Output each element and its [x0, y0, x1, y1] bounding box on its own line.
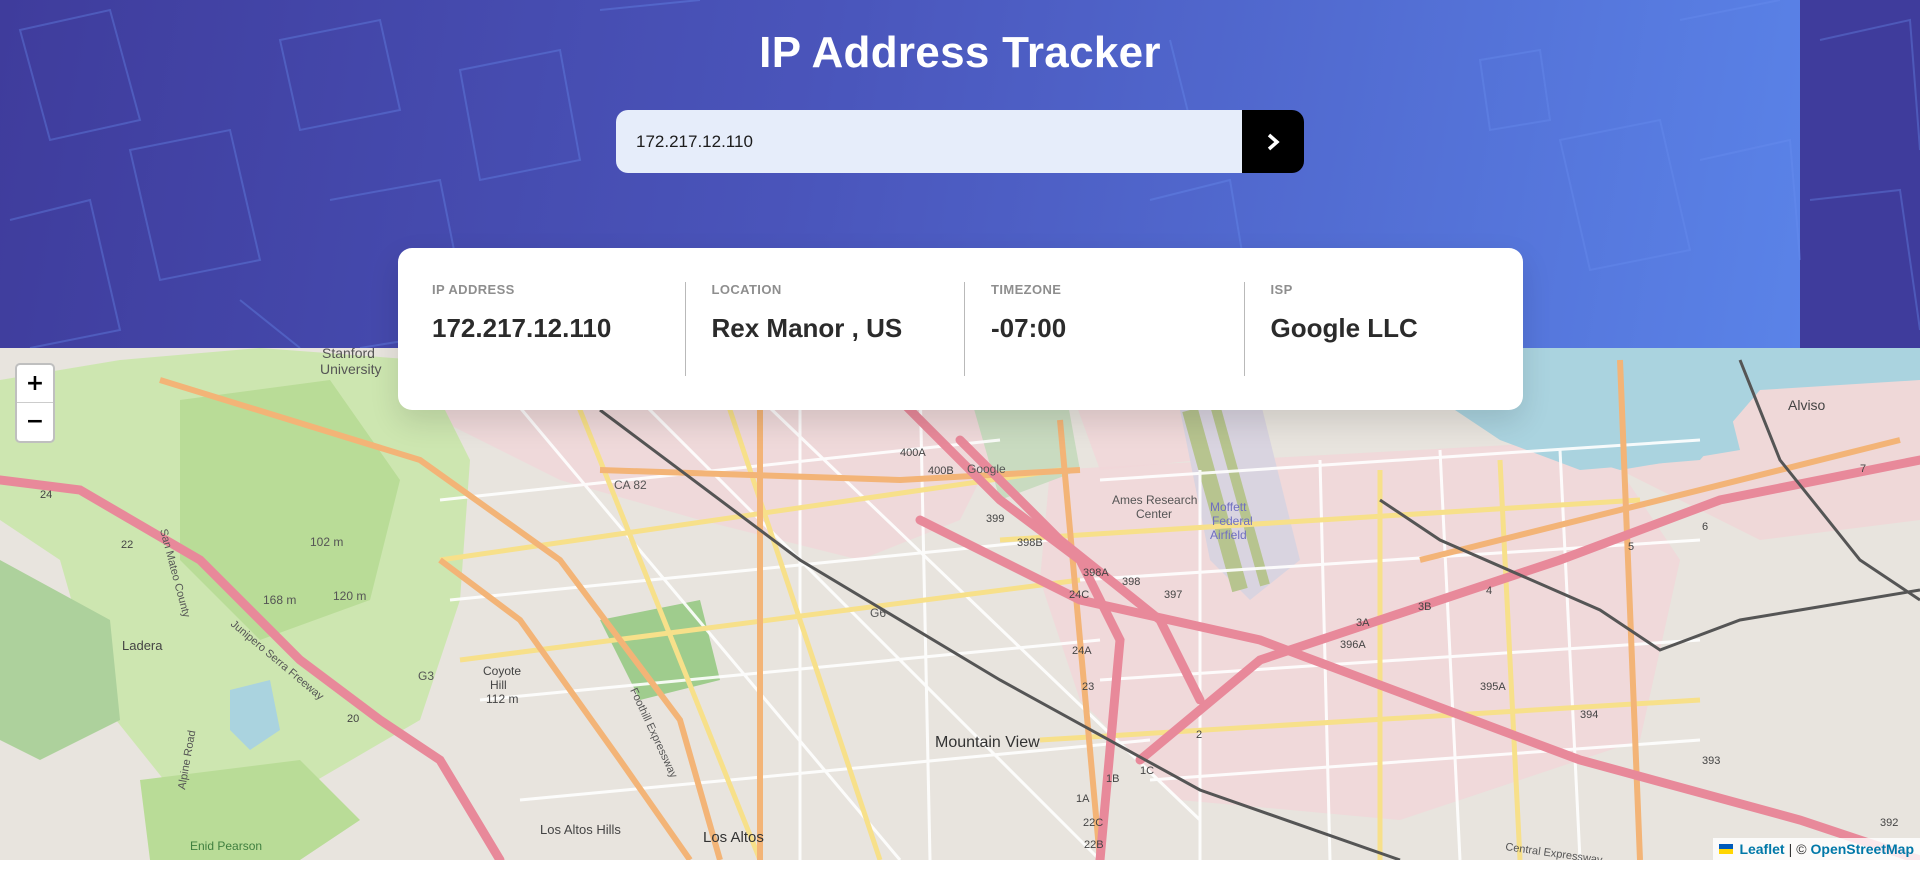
map-label-ca82: CA 82: [614, 478, 647, 492]
location-value: Rex Manor , US: [711, 313, 903, 343]
map-label-los-altos-hills: Los Altos Hills: [540, 822, 621, 837]
route-1b: 1B: [1106, 773, 1119, 785]
map-label-ames: Ames Research: [1112, 493, 1197, 507]
route-400b: 400B: [928, 465, 954, 477]
map-label-g3: G3: [418, 669, 434, 683]
search-submit-button[interactable]: [1242, 110, 1304, 173]
route-396a: 396A: [1340, 639, 1366, 651]
page-bottom: [0, 860, 1920, 869]
map-label-coyote: Coyote: [483, 664, 521, 678]
map-label-stanford: Stanford: [322, 348, 375, 361]
map-label-g6: G6: [870, 606, 886, 620]
isp-value: Google LLC: [1270, 313, 1418, 343]
chevron-right-icon: [1267, 133, 1280, 150]
route-22b: 22B: [1084, 839, 1104, 851]
route-24a: 24A: [1072, 645, 1092, 657]
route-22: 22: [121, 539, 133, 551]
attribution-separator: |: [1788, 841, 1793, 857]
route-395a: 395A: [1480, 681, 1506, 693]
map-label-google: Google: [967, 462, 1006, 476]
route-23: 23: [1082, 681, 1094, 693]
route-24c: 24C: [1069, 589, 1089, 601]
ip-address-value: 172.217.12.110: [432, 313, 612, 343]
map-label-alviso: Alviso: [1788, 397, 1826, 413]
route-3a: 3A: [1356, 617, 1370, 629]
route-397: 397: [1164, 589, 1182, 601]
map-label-coyote-3: 112 m: [486, 692, 518, 706]
route-393: 393: [1702, 755, 1720, 767]
ip-info-card: IP Address 172.217.12.110 Location Rex M…: [398, 248, 1523, 410]
map-tiles[interactable]: Mountain View Stanford University Los Al…: [0, 348, 1920, 860]
map-label-moffett: Moffett: [1210, 500, 1247, 514]
timezone-value: -07:00: [991, 313, 1067, 343]
route-398b: 398B: [1017, 537, 1043, 549]
search-form: [616, 110, 1304, 173]
route-7: 7: [1860, 463, 1866, 475]
route-394: 394: [1580, 709, 1598, 721]
map-label-enid: Enid Pearson: [190, 839, 262, 853]
ip-address-label: IP Address: [432, 282, 515, 297]
ip-search-input[interactable]: [616, 110, 1242, 173]
openstreetmap-link[interactable]: OpenStreetMap: [1811, 841, 1914, 857]
route-1c: 1C: [1140, 765, 1154, 777]
route-2: 2: [1196, 729, 1202, 741]
timezone-section: Timezone -07:00: [964, 282, 1244, 376]
route-398a: 398A: [1083, 567, 1109, 579]
isp-label: ISP: [1270, 282, 1293, 297]
map[interactable]: Mountain View Stanford University Los Al…: [0, 348, 1920, 860]
map-label-peak-1: 102 m: [310, 535, 343, 549]
map-label-ames-2: Center: [1136, 507, 1172, 521]
location-section: Location Rex Manor , US: [684, 282, 965, 376]
map-label-university: University: [320, 361, 381, 377]
route-24: 24: [40, 489, 52, 501]
zoom-out-button[interactable]: −: [17, 402, 53, 440]
route-399: 399: [986, 513, 1004, 525]
map-label-ladera: Ladera: [122, 638, 163, 653]
route-392: 392: [1880, 817, 1898, 829]
map-attribution: Leaflet | © OpenStreetMap: [1713, 838, 1920, 860]
route-20: 20: [347, 713, 359, 725]
timezone-label: Timezone: [991, 282, 1062, 297]
map-label-coyote-2: Hill: [490, 678, 507, 692]
isp-section: ISP Google LLC: [1243, 282, 1524, 376]
route-398: 398: [1122, 576, 1140, 588]
map-label-peak-3: 120 m: [333, 589, 366, 603]
route-400a: 400A: [900, 447, 926, 459]
route-6: 6: [1702, 521, 1708, 533]
route-5: 5: [1628, 541, 1634, 553]
leaflet-link[interactable]: Leaflet: [1739, 841, 1784, 857]
page-title: IP Address Tracker: [759, 28, 1161, 77]
attribution-copyright: ©: [1796, 841, 1807, 857]
location-label: Location: [711, 282, 782, 297]
map-label-los-altos: Los Altos: [703, 829, 764, 846]
route-3b: 3B: [1418, 601, 1431, 613]
ukraine-flag-icon: [1719, 844, 1734, 854]
zoom-in-button[interactable]: +: [17, 365, 53, 402]
map-label-mountain-view: Mountain View: [935, 734, 1040, 751]
map-label-moffett-3: Airfield: [1210, 528, 1247, 542]
route-4: 4: [1486, 585, 1492, 597]
route-1a: 1A: [1076, 793, 1090, 805]
ip-address-section: IP Address 172.217.12.110: [398, 282, 685, 376]
zoom-control: + −: [15, 363, 55, 443]
route-22c: 22C: [1083, 817, 1103, 829]
map-label-moffett-2: Federal: [1212, 514, 1253, 528]
map-label-peak-2: 168 m: [263, 593, 296, 607]
